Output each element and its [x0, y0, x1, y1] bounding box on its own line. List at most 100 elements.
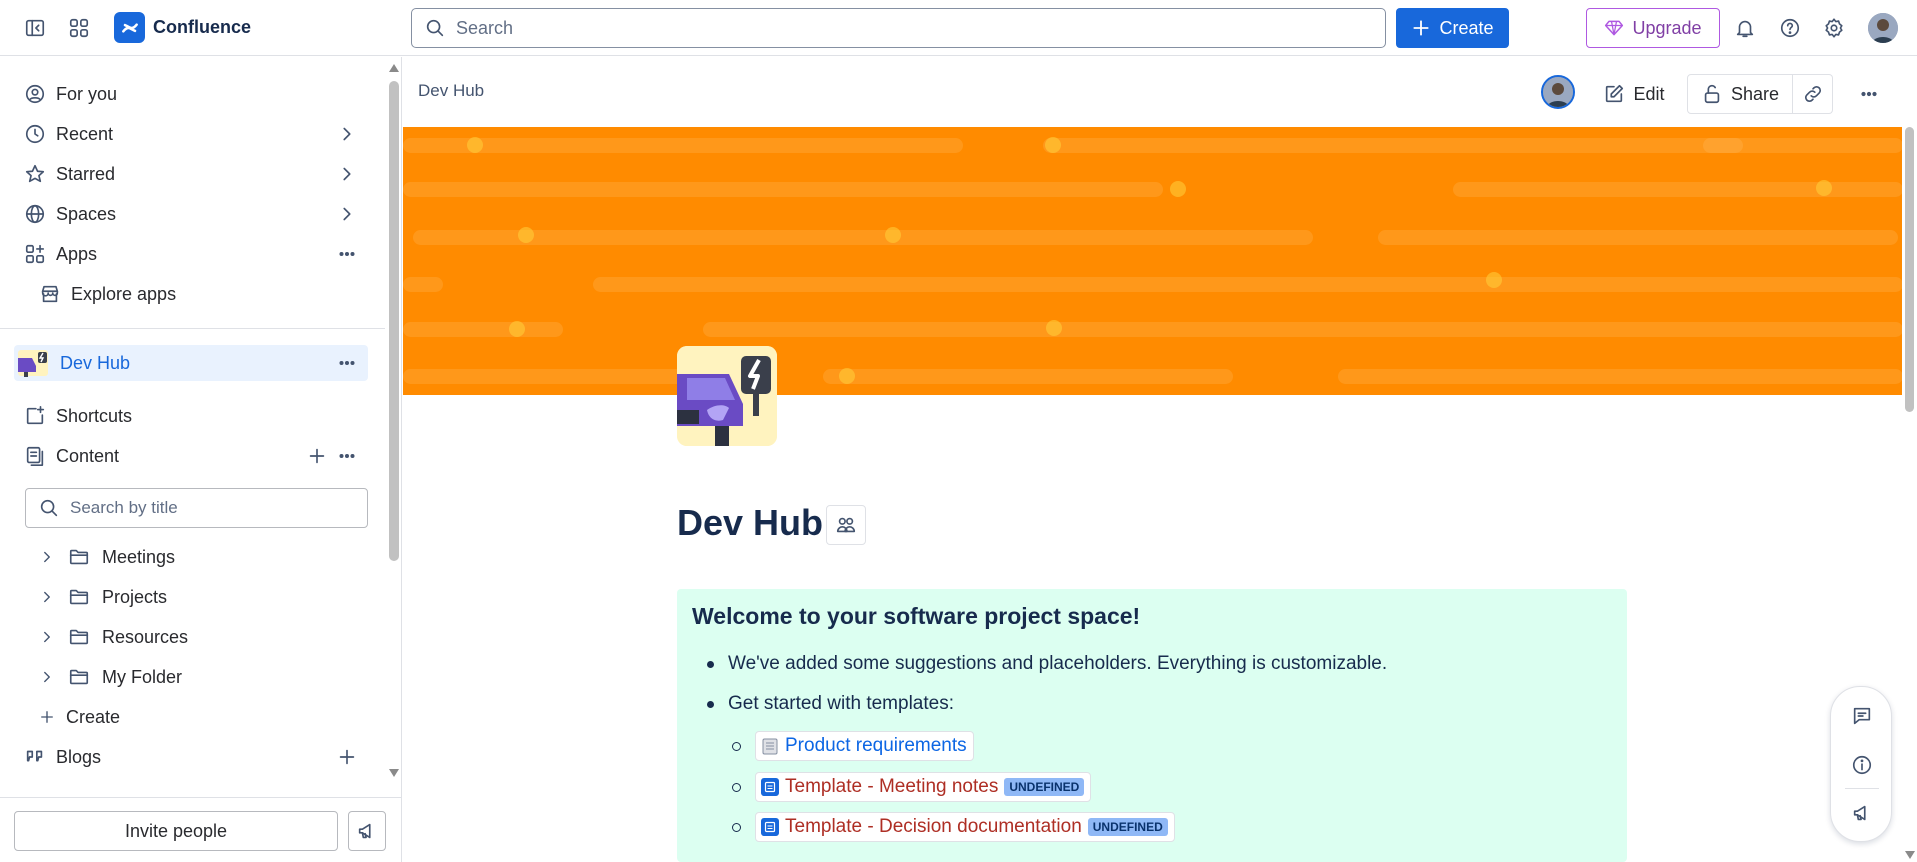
plus-icon	[41, 711, 53, 723]
sidebar-item-shortcuts[interactable]: Shortcuts	[14, 398, 368, 434]
sidebar-item-content[interactable]: Content	[14, 438, 368, 474]
more-actions-button[interactable]	[1849, 74, 1889, 114]
chevron-right-icon[interactable]	[38, 548, 56, 566]
template-link-meeting-notes[interactable]: Template - Meeting notes UNDEFINED	[755, 772, 1092, 802]
template-link-product-requirements[interactable]: Product requirements	[755, 731, 974, 761]
chevron-right-icon[interactable]	[38, 588, 56, 606]
sidebar-footer: Invite people	[0, 797, 402, 862]
chevron-right-icon[interactable]	[38, 668, 56, 686]
folder-icon	[69, 589, 89, 605]
sidebar-scrollbar[interactable]	[385, 57, 402, 777]
list-item: We've added some suggestions and placeho…	[707, 653, 1387, 675]
chevron-right-icon[interactable]	[336, 203, 358, 225]
template-list-item: Template - Meeting notes UNDEFINED	[732, 772, 1092, 802]
page-icon	[761, 818, 779, 836]
app-switcher-icon[interactable]	[65, 14, 93, 42]
sidebar-item-for-you[interactable]: For you	[14, 76, 368, 112]
tree-item-label: My Folder	[102, 666, 183, 687]
tree-item-label: Resources	[102, 626, 189, 647]
invite-label: Invite people	[124, 820, 228, 841]
app-name: Confluence	[153, 17, 252, 37]
settings-gear-icon[interactable]	[1820, 14, 1848, 42]
sidebar-item-spaces[interactable]: Spaces	[14, 196, 368, 232]
scrollbar-thumb[interactable]	[389, 81, 399, 561]
create-label: Create	[66, 706, 121, 727]
main-content: Dev Hub Edit Share Dev Hub Welcome to yo…	[403, 57, 1917, 862]
info-icon[interactable]	[1850, 753, 1874, 777]
sidebar-item-label: Content	[56, 445, 120, 466]
breadcrumb[interactable]: Dev Hub	[418, 81, 484, 101]
page-icon	[761, 778, 779, 796]
global-search[interactable]	[411, 8, 1386, 48]
collaborator-avatar[interactable]	[1541, 75, 1575, 109]
sidebar-item-explore-apps[interactable]: Explore apps	[14, 276, 368, 312]
people-icon	[836, 517, 856, 533]
tree-item-my-folder[interactable]: My Folder	[38, 660, 182, 694]
scroll-down-arrow-icon[interactable]	[388, 768, 400, 778]
template-link-decision-documentation[interactable]: Template - Decision documentation UNDEFI…	[755, 812, 1175, 842]
tree-item-label: Meetings	[102, 546, 176, 567]
edit-button[interactable]: Edit	[1595, 74, 1673, 114]
edit-label: Edit	[1633, 83, 1665, 104]
sidebar-item-starred[interactable]: Starred	[14, 156, 368, 192]
globe-icon	[25, 204, 45, 224]
create-button[interactable]: Create	[1396, 8, 1509, 48]
list-item-text: We've added some suggestions and placeho…	[728, 653, 1388, 674]
bullet-circle	[732, 822, 741, 832]
more-horizontal-icon[interactable]	[336, 243, 358, 265]
bullet-disc	[707, 660, 714, 668]
scrollbar-thumb[interactable]	[1905, 127, 1914, 412]
search-icon	[426, 19, 444, 37]
space-name: Dev Hub	[60, 352, 131, 373]
more-horizontal-icon[interactable]	[336, 445, 358, 467]
content-title-search[interactable]	[25, 488, 368, 528]
template-list-item: Template - Decision documentation UNDEFI…	[732, 812, 1175, 842]
tree-create-button[interactable]: Create	[38, 700, 120, 734]
sidebar-item-label: Shortcuts	[56, 405, 133, 426]
sidebar-toggle-icon[interactable]	[21, 14, 49, 42]
top-navigation-bar: Confluence Create Upgrade	[0, 0, 1917, 56]
search-input[interactable]	[456, 17, 1385, 39]
notepad-emoji-icon	[762, 738, 778, 755]
invite-people-button[interactable]: Invite people	[14, 811, 338, 851]
template-link-label: Template - Decision documentation	[785, 816, 1082, 837]
more-horizontal-icon[interactable]	[336, 352, 358, 374]
upgrade-button[interactable]: Upgrade	[1586, 8, 1720, 48]
megaphone-icon[interactable]	[1850, 801, 1874, 825]
plus-icon[interactable]	[306, 445, 328, 467]
quote-icon	[26, 750, 43, 762]
list-item: Get started with templates:	[707, 693, 954, 715]
chevron-right-icon[interactable]	[38, 628, 56, 646]
comments-icon[interactable]	[1850, 704, 1874, 728]
confluence-logo-icon	[114, 12, 145, 43]
main-scrollbar[interactable]	[1902, 57, 1917, 862]
copy-link-button[interactable]	[1793, 74, 1833, 114]
title-search-input[interactable]	[70, 498, 367, 518]
space-members-button[interactable]	[826, 505, 866, 545]
folder-icon	[69, 669, 89, 685]
user-avatar[interactable]	[1868, 13, 1898, 43]
sidebar-item-label: Blogs	[56, 746, 102, 767]
confluence-logo[interactable]: Confluence	[114, 12, 251, 43]
sidebar-item-recent[interactable]: Recent	[14, 116, 368, 152]
chevron-right-icon[interactable]	[336, 123, 358, 145]
share-button[interactable]: Share	[1687, 74, 1793, 114]
scroll-down-arrow-icon[interactable]	[1904, 850, 1916, 860]
sidebar-item-apps[interactable]: Apps	[14, 236, 368, 272]
star-icon	[25, 164, 45, 183]
space-icon-large	[677, 346, 777, 446]
tree-item-projects[interactable]: Projects	[38, 580, 167, 614]
sidebar-space-dev-hub[interactable]: Dev Hub	[14, 345, 368, 381]
tree-item-resources[interactable]: Resources	[38, 620, 188, 654]
help-icon[interactable]	[1776, 14, 1804, 42]
notifications-bell-icon[interactable]	[1731, 14, 1759, 42]
scroll-up-arrow-icon[interactable]	[388, 63, 400, 73]
status-lozenge: UNDEFINED	[1004, 778, 1085, 796]
plus-icon[interactable]	[336, 746, 358, 768]
tree-item-meetings[interactable]: Meetings	[38, 540, 175, 574]
apps-grid-icon	[25, 244, 45, 264]
status-lozenge: UNDEFINED	[1087, 818, 1168, 836]
chevron-right-icon[interactable]	[336, 163, 358, 185]
sidebar-item-blogs[interactable]: Blogs	[14, 739, 368, 775]
feedback-button[interactable]	[348, 811, 386, 851]
